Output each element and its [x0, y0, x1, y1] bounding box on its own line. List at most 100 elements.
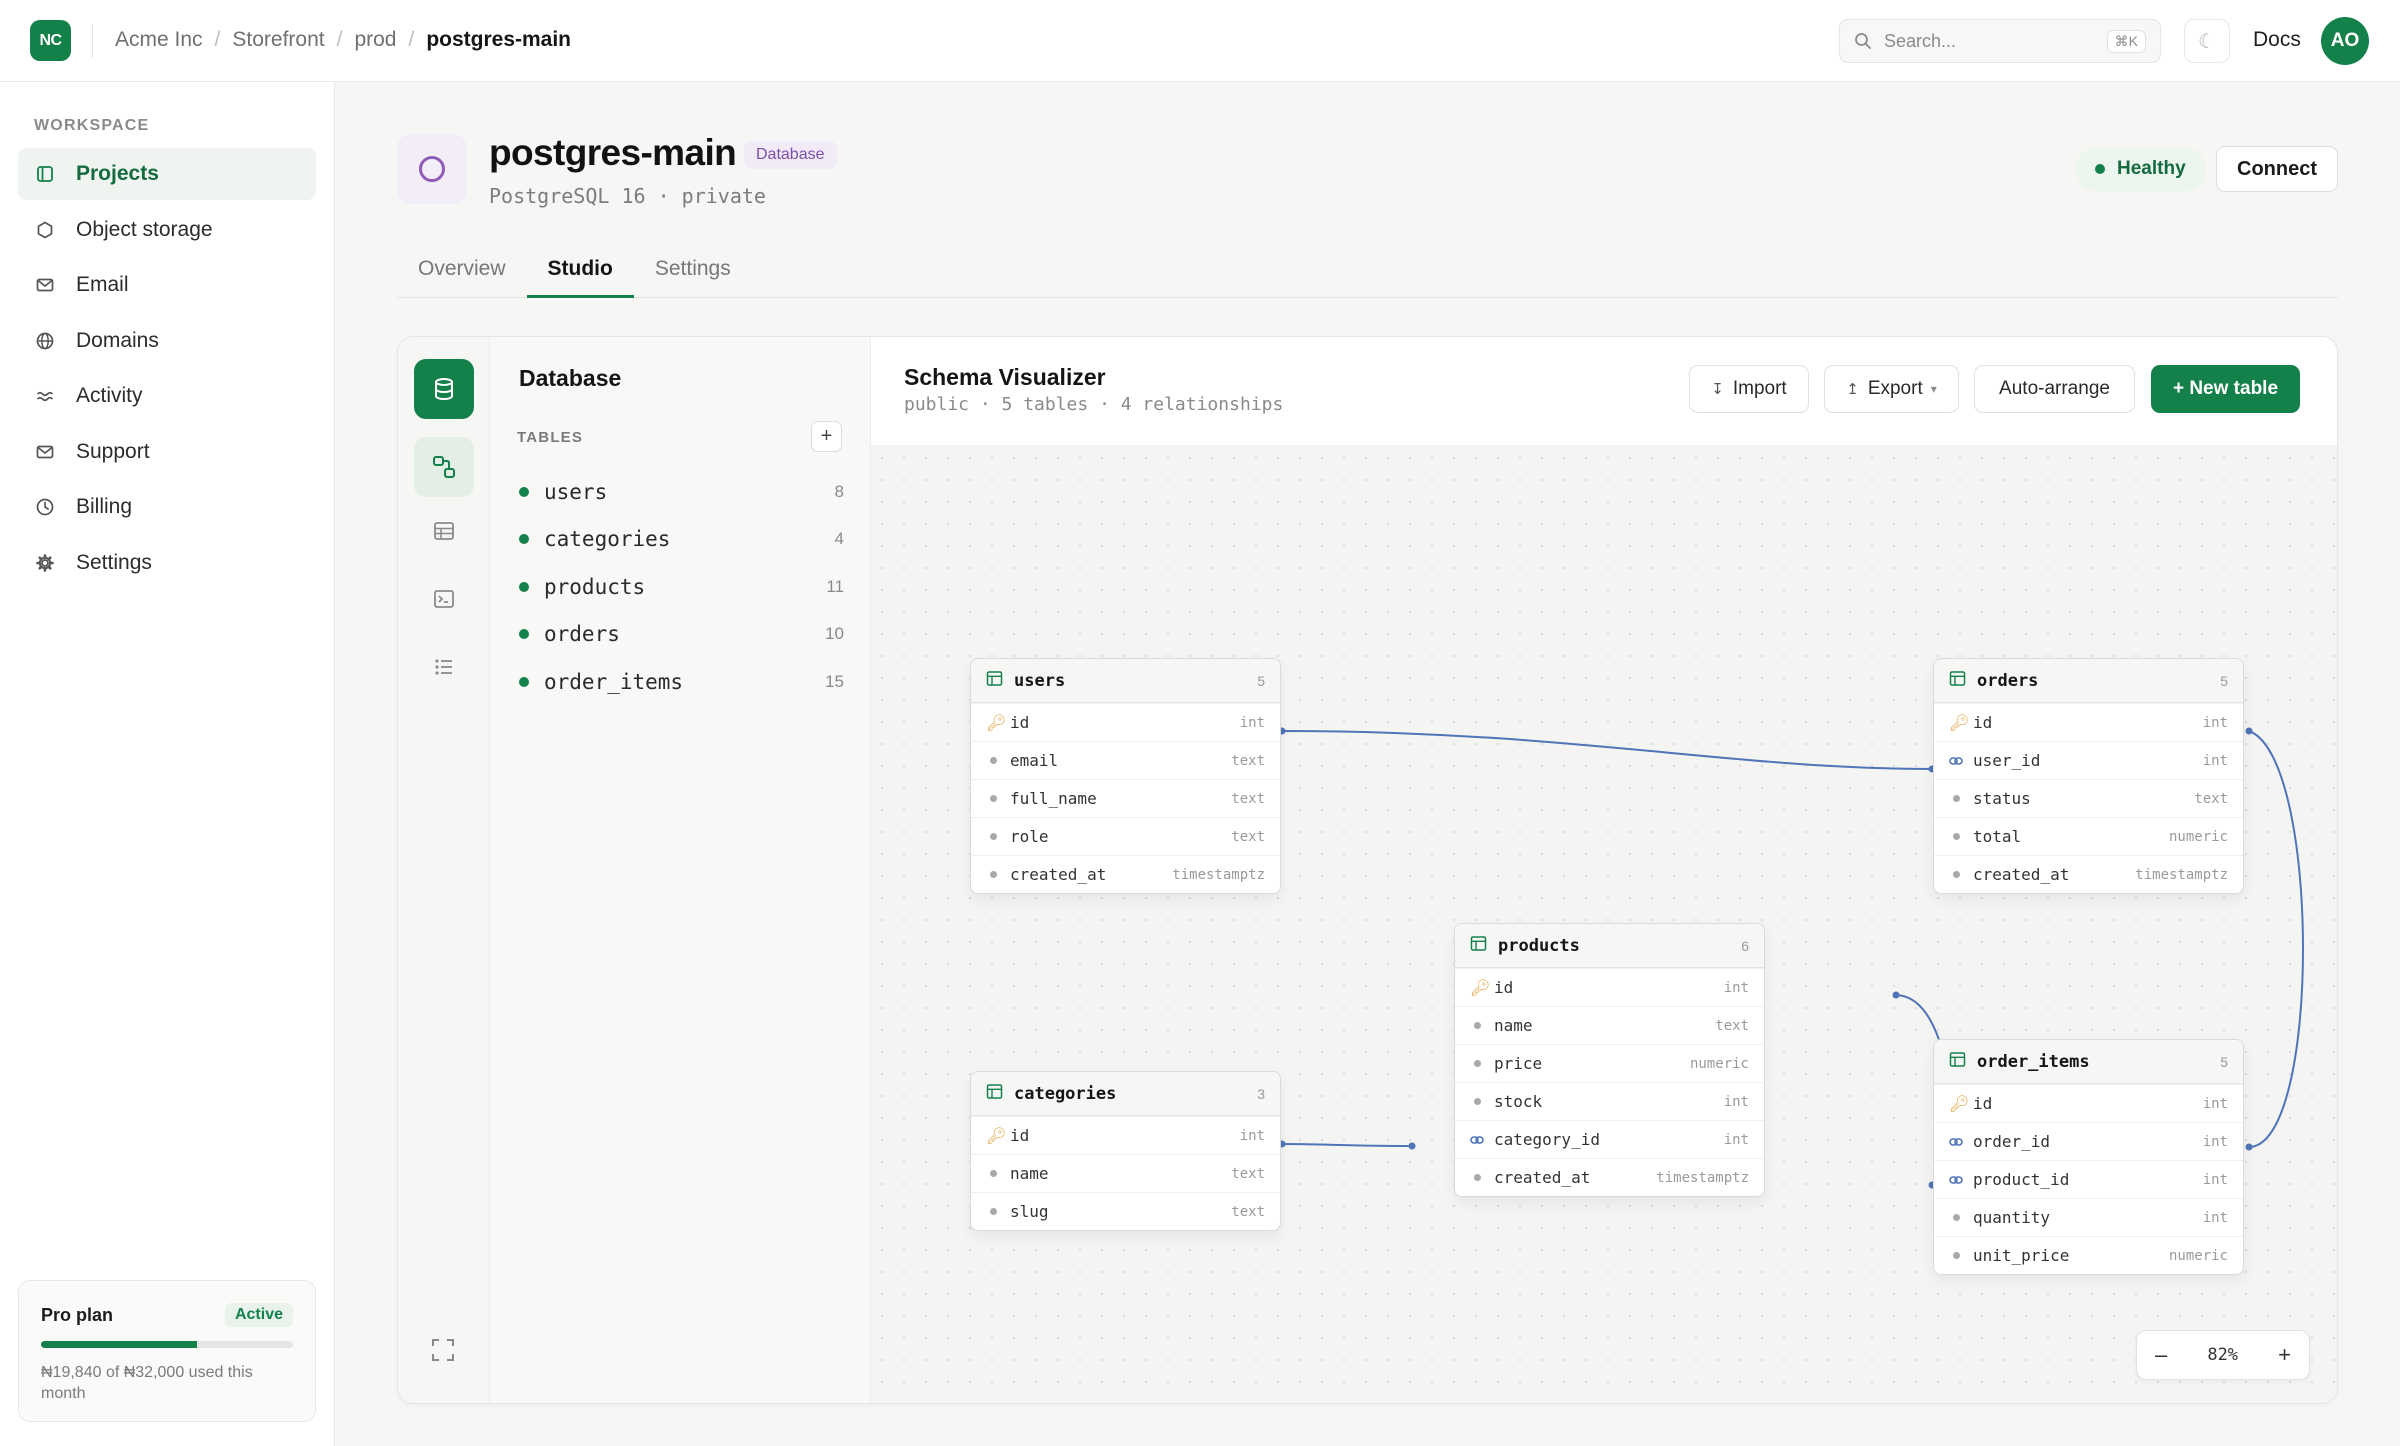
erd-column-row[interactable]: 🔑︎ id int [971, 1116, 1280, 1154]
erd-column-row[interactable]: status text [1934, 779, 2243, 817]
erd-column-row[interactable]: created_at timestamptz [1934, 855, 2243, 893]
add-table-button[interactable]: + [811, 421, 842, 452]
erd-table-products[interactable]: products 6 🔑︎ id int name text price numeric … [1454, 923, 1765, 1197]
erd-table-order-items[interactable]: order_items 5 🔑︎ id int order_id int product… [1933, 1039, 2244, 1275]
erd-column-row[interactable]: created_at timestamptz [1455, 1158, 1764, 1196]
erd-table-name: products [1498, 935, 1580, 956]
column-name: id [1010, 713, 1030, 732]
search-input[interactable]: Search... ⌘K [1839, 19, 2161, 63]
app-logo[interactable]: NC [30, 20, 71, 61]
erd-column-row[interactable]: stock int [1455, 1082, 1764, 1120]
column-dot-icon [1953, 833, 1960, 840]
erd-column-row[interactable]: role text [971, 817, 1280, 855]
page-subtitle: PostgreSQL 16 · private [489, 184, 766, 208]
sql-editor-button[interactable] [414, 569, 474, 629]
table-status-dot [519, 534, 529, 545]
tab-overview[interactable]: Overview [397, 248, 527, 298]
erd-column-row[interactable]: email text [971, 741, 1280, 779]
sidebar-item-email[interactable]: Email [18, 259, 316, 311]
erd-column-row[interactable]: 🔑︎ id int [971, 703, 1280, 741]
erd-column-row[interactable]: name text [1455, 1006, 1764, 1044]
connect-button[interactable]: Connect [2216, 146, 2338, 192]
sidebar-item-activity[interactable]: Activity [18, 370, 316, 422]
table-list-item[interactable]: products 11 [516, 563, 844, 611]
column-name: slug [1010, 1202, 1049, 1221]
erd-column-row[interactable]: user_id int [1934, 741, 2243, 779]
sidebar-item-object-storage[interactable]: Object storage [18, 204, 316, 256]
erd-column-row[interactable]: price numeric [1455, 1044, 1764, 1082]
erd-column-row[interactable]: product_id int [1934, 1160, 2243, 1198]
schema-visualizer-button[interactable] [414, 437, 474, 497]
column-name: name [1494, 1016, 1533, 1035]
zoom-in-button[interactable]: + [2278, 1342, 2291, 1368]
column-dot-icon [990, 795, 997, 802]
sidebar-item-support[interactable]: Support [18, 426, 316, 478]
hexagon-icon [34, 219, 56, 241]
column-type: text [1231, 1165, 1265, 1182]
erd-column-row[interactable]: slug text [971, 1192, 1280, 1230]
column-name: price [1494, 1054, 1543, 1073]
erd-table-categories[interactable]: categories 3 🔑︎ id int name text slug text [970, 1071, 1281, 1231]
sidebar-item-domains[interactable]: Domains [18, 315, 316, 367]
table-list-item[interactable]: order_items 15 [516, 658, 844, 706]
key-icon: 🔑︎ [986, 1127, 1007, 1145]
erd-column-row[interactable]: created_at timestamptz [971, 855, 1280, 893]
erd-column-row[interactable]: category_id int [1455, 1120, 1764, 1158]
theme-toggle-button[interactable]: ☾ [2184, 19, 2230, 63]
column-dot-icon [990, 833, 997, 840]
column-type: text [2194, 790, 2228, 807]
plan-name: Pro plan [41, 1304, 114, 1325]
erd-table-users[interactable]: users 5 🔑︎ id int email text full_name text r… [970, 658, 1281, 894]
column-type: timestamptz [1656, 1169, 1749, 1186]
schema-canvas[interactable]: Schema Visualizer public · 5 tables · 4 … [871, 337, 2337, 1403]
sidebar: WORKSPACE Projects Object storage Email … [0, 82, 335, 1446]
column-type: text [1231, 752, 1265, 769]
breadcrumb-org[interactable]: Acme Inc [115, 28, 203, 52]
column-dot-icon [990, 757, 997, 764]
column-name: id [1010, 1126, 1030, 1145]
tab-studio[interactable]: Studio [526, 248, 634, 298]
erd-column-row[interactable]: 🔑︎ id int [1934, 1084, 2243, 1122]
status-badge: Healthy [2075, 147, 2206, 191]
column-dot-icon [1953, 1252, 1960, 1259]
erd-column-row[interactable]: unit_price numeric [1934, 1236, 2243, 1274]
avatar[interactable]: AO [2321, 17, 2369, 65]
search-icon [1855, 33, 1871, 49]
tables-section-label: TABLES [517, 429, 584, 446]
logs-button[interactable] [414, 637, 474, 697]
erd-column-row[interactable]: order_id int [1934, 1122, 2243, 1160]
erd-table-name: order_items [1977, 1051, 2090, 1072]
erd-column-row[interactable]: full_name text [971, 779, 1280, 817]
erd-column-row[interactable]: total numeric [1934, 817, 2243, 855]
erd-column-row[interactable]: 🔑︎ id int [1455, 968, 1764, 1006]
breadcrumb-environment[interactable]: prod [354, 28, 396, 52]
search-placeholder: Search... [1884, 30, 1957, 51]
zoom-out-button[interactable]: – [2155, 1342, 2167, 1368]
erd-column-row[interactable]: name text [971, 1154, 1280, 1192]
table-editor-button[interactable] [414, 501, 474, 561]
table-icon [986, 670, 1003, 692]
docs-link[interactable]: Docs [2253, 28, 2301, 52]
sidebar-item-projects[interactable]: Projects [18, 148, 316, 200]
sidebar-item-billing[interactable]: Billing [18, 481, 316, 533]
link-icon [1949, 1137, 1967, 1147]
erd-column-row[interactable]: quantity int [1934, 1198, 2243, 1236]
mail-icon [34, 274, 56, 296]
table-list-item[interactable]: categories 4 [516, 516, 844, 564]
fullscreen-button[interactable] [430, 1337, 456, 1368]
table-list-item[interactable]: users 8 [516, 468, 844, 516]
erd-table-orders[interactable]: orders 5 🔑︎ id int user_id int status text to… [1933, 658, 2244, 894]
erd-column-row[interactable]: 🔑︎ id int [1934, 703, 2243, 741]
tab-settings[interactable]: Settings [634, 248, 752, 298]
erd-table-name: users [1014, 670, 1066, 691]
zoom-control: – 82% + [2136, 1330, 2310, 1380]
tables-panel: Database TABLES + users 8 categories 4 pro… [490, 337, 871, 1403]
breadcrumb-project[interactable]: Storefront [232, 28, 324, 52]
breadcrumb-separator: / [408, 28, 415, 51]
table-list-name: users [544, 479, 608, 504]
column-dot-icon [1474, 1022, 1481, 1029]
table-list-item[interactable]: orders 10 [516, 611, 844, 659]
database-button[interactable] [414, 359, 474, 419]
sidebar-item-label: Object storage [76, 217, 213, 241]
sidebar-item-settings[interactable]: Settings [18, 537, 316, 589]
